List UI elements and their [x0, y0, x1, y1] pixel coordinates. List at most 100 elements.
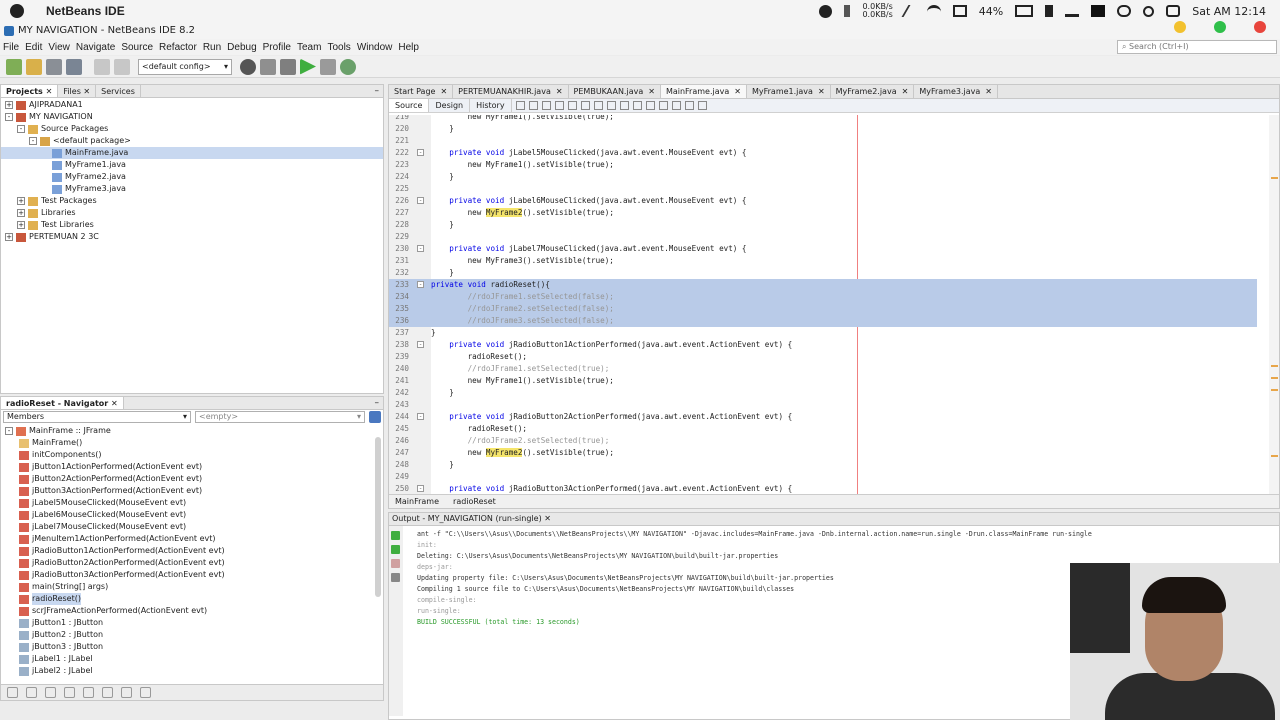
tree-item[interactable]: + PERTEMUAN 2 3C — [1, 231, 383, 243]
expand-toggle-icon[interactable]: - — [5, 113, 13, 121]
clean-build-icon[interactable] — [280, 58, 296, 75]
save-all-icon[interactable] — [66, 58, 82, 75]
search-input[interactable]: ⌕ Search (Ctrl+I) — [1117, 40, 1277, 54]
lock-icon[interactable] — [64, 687, 75, 698]
tree-item[interactable]: MyFrame1.java — [1, 159, 383, 171]
sort-name-icon[interactable] — [121, 687, 132, 698]
mute-icon[interactable] — [901, 5, 919, 17]
redo-icon[interactable] — [114, 58, 130, 75]
find-icon[interactable] — [541, 101, 551, 110]
menu-debug[interactable]: Debug — [227, 42, 256, 53]
error-stripe[interactable] — [1269, 115, 1279, 496]
navigator-item[interactable]: jButton1 : JButton — [1, 617, 383, 629]
navigator-item[interactable]: jButton2ActionPerformed(ActionEvent evt) — [1, 473, 383, 485]
menu-file[interactable]: File — [3, 42, 19, 53]
close-icon[interactable]: ✕ — [985, 87, 992, 96]
code-line[interactable]: 222 - private void jLabel5MouseClicked(ja… — [389, 147, 1257, 159]
close-icon[interactable]: ✕ — [818, 87, 825, 96]
open-project-icon[interactable] — [46, 58, 62, 75]
record-icon[interactable] — [819, 4, 833, 18]
new-project-icon[interactable] — [6, 58, 22, 75]
navigator-item[interactable]: jLabel6MouseClicked(MouseEvent evt) — [1, 509, 383, 521]
close-button[interactable] — [1254, 21, 1266, 33]
find-next-icon[interactable] — [567, 101, 577, 110]
code-line[interactable]: 233 - private void radioReset(){ — [389, 279, 1257, 291]
code-line[interactable]: 249 — [389, 471, 1257, 483]
navigator-item[interactable]: jRadioButton2ActionPerformed(ActionEvent… — [1, 557, 383, 569]
code-line[interactable]: 245 radioReset(); — [389, 423, 1257, 435]
code-line[interactable]: 241 new MyFrame1().setVisible(true); — [389, 375, 1257, 387]
warning-mark[interactable] — [1271, 377, 1278, 379]
toggle-highlight-icon[interactable] — [580, 101, 590, 110]
output-tab[interactable]: Output - MY_NAVIGATION (run-single) ✕ — [389, 513, 1279, 526]
fold-toggle-icon[interactable]: - — [417, 341, 424, 348]
navigator-item[interactable]: jLabel1 : JLabel — [1, 653, 383, 665]
expand-toggle-icon[interactable]: - — [29, 137, 37, 145]
close-icon[interactable]: ✕ — [81, 87, 90, 96]
filter-icon[interactable] — [369, 411, 381, 423]
source-view-button[interactable]: Source — [389, 99, 430, 112]
expand-toggle-icon[interactable]: - — [17, 125, 25, 133]
breadcrumb-item[interactable]: radioReset — [453, 495, 496, 508]
tree-item[interactable]: MyFrame2.java — [1, 171, 383, 183]
navigator-item[interactable]: jButton3ActionPerformed(ActionEvent evt) — [1, 485, 383, 497]
tab-services[interactable]: Services — [96, 85, 141, 97]
sort-source-icon[interactable] — [140, 687, 151, 698]
menu-edit[interactable]: Edit — [25, 42, 42, 53]
navigator-item[interactable]: jButton2 : JButton — [1, 629, 383, 641]
members-select[interactable]: Members — [3, 411, 191, 423]
history-view-button[interactable]: History — [470, 99, 512, 112]
stop-icon[interactable] — [391, 559, 400, 568]
code-line[interactable]: 219 new MyFrame1().setVisible(true); — [389, 115, 1257, 123]
navigator-item[interactable]: MainFrame() — [1, 437, 383, 449]
rerun-icon[interactable] — [391, 531, 400, 540]
back-icon[interactable] — [515, 101, 525, 110]
tree-item[interactable]: + Test Libraries — [1, 219, 383, 231]
navigator-item[interactable]: jRadioButton1ActionPerformed(ActionEvent… — [1, 545, 383, 557]
tree-item[interactable]: + AJIPRADANA1 — [1, 99, 383, 111]
fold-toggle-icon[interactable]: - — [417, 197, 424, 204]
comment-icon[interactable] — [632, 101, 642, 110]
uncomment-icon[interactable] — [645, 101, 655, 110]
menu-view[interactable]: View — [48, 42, 70, 53]
menu-window[interactable]: Window — [357, 42, 393, 53]
control-center-icon[interactable] — [1166, 5, 1181, 17]
tab-navigator[interactable]: radioReset - Navigator ✕ — [1, 397, 124, 409]
fold-toggle-icon[interactable]: - — [417, 281, 424, 288]
code-line[interactable]: 239 radioReset(); — [389, 351, 1257, 363]
menu-tools[interactable]: Tools — [327, 42, 350, 53]
inherited-icon[interactable] — [83, 687, 94, 698]
editor-tab[interactable]: Start Page ✕ — [389, 85, 454, 98]
expand-toggle-icon[interactable]: + — [17, 221, 25, 229]
warning-mark[interactable] — [1271, 389, 1278, 391]
eject-icon[interactable] — [1065, 5, 1080, 17]
menu-run[interactable]: Run — [203, 42, 221, 53]
code-line[interactable]: 243 — [389, 399, 1257, 411]
close-icon[interactable]: ✕ — [648, 87, 655, 96]
fold-toggle-icon[interactable]: - — [417, 149, 424, 156]
close-icon[interactable]: ✕ — [111, 399, 118, 408]
tree-item[interactable]: - Source Packages — [1, 123, 383, 135]
navigator-item[interactable]: jLabel7MouseClicked(MouseEvent evt) — [1, 521, 383, 533]
code-line[interactable]: 231 new MyFrame3().setVisible(true); — [389, 255, 1257, 267]
toggle-rect-icon[interactable] — [593, 101, 603, 110]
record-macro-icon[interactable] — [658, 101, 668, 110]
profile-icon[interactable] — [340, 58, 356, 75]
expand-toggle-icon[interactable]: + — [5, 233, 13, 241]
tree-item[interactable]: MainFrame.java — [1, 147, 383, 159]
minimize-icon[interactable]: – — [375, 398, 380, 408]
editor-tab[interactable]: MyFrame1.java ✕ — [747, 85, 831, 98]
navigator-scrollbar[interactable] — [375, 437, 381, 597]
run-icon[interactable] — [300, 58, 316, 75]
code-line[interactable]: 229 — [389, 231, 1257, 243]
menu-profile[interactable]: Profile — [263, 42, 291, 53]
close-icon[interactable]: ✕ — [440, 87, 447, 96]
editor-tab[interactable]: MyFrame3.java ✕ — [914, 85, 998, 98]
u-icon[interactable] — [1091, 5, 1106, 17]
power-icon[interactable] — [1117, 5, 1132, 17]
expand-toggle-icon[interactable]: + — [17, 209, 25, 217]
code-line[interactable]: 247 new MyFrame2().setVisible(true); — [389, 447, 1257, 459]
code-line[interactable]: 226 - private void jLabel6MouseClicked(ja… — [389, 195, 1257, 207]
code-line[interactable]: 224 } — [389, 171, 1257, 183]
navigator-item[interactable]: main(String[] args) — [1, 581, 383, 593]
